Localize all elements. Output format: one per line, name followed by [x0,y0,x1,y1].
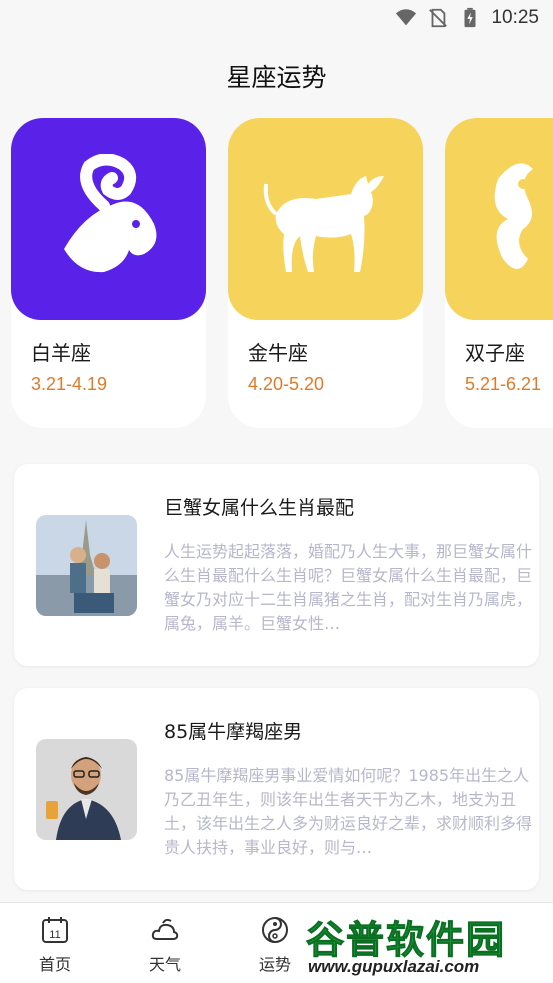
page-title: 星座运势 [226,63,327,92]
watermark-text: 谷普软件园 [305,918,507,963]
zodiac-art [11,118,206,320]
article-thumbnail [36,739,137,840]
zodiac-name: 金牛座 [248,341,308,365]
wifi-icon [396,9,417,26]
zodiac-name: 双子座 [465,341,525,365]
nav-label: 天气 [148,955,181,974]
status-bar: 10:25 [0,0,553,36]
article-description: 人生运势起起落落，婚配乃人生大事，那巨蟹女属什么生肖最配什么生肖呢？巨蟹女属什么… [164,542,533,633]
svg-text:11: 11 [49,929,60,941]
watermark: 谷普软件园 www.gupuxlazai.com [300,905,553,983]
calendar-icon: 11 [42,917,68,943]
status-time: 10:25 [491,7,539,28]
cloud-sun-icon [151,918,179,940]
no-sim-icon [429,8,448,28]
bull-icon [263,176,384,272]
zodiac-card-taurus[interactable]: 金牛座 4.20-5.20 [228,118,423,428]
nav-item-weather[interactable]: 天气 [135,915,195,975]
zodiac-carousel[interactable]: 白羊座 3.21-4.19 金牛座 4.20-5.20 双子座 5.21-6.2… [11,118,553,428]
yin-yang-icon [262,917,288,943]
article-card[interactable]: 85属牛摩羯座男 85属牛摩羯座男事业爱情如何呢？1985年出生之人乃乙丑年生，… [14,688,539,890]
zodiac-dates: 5.21-6.21 [465,374,542,394]
ram-icon [63,154,156,273]
nav-label: 运势 [258,955,291,974]
nav-item-fortune[interactable]: 运势 [245,915,305,975]
watermark-url: www.gupuxlazai.com [308,957,480,976]
article-title: 85属牛摩羯座男 [164,721,303,743]
zodiac-art [228,118,423,320]
article-thumbnail [36,515,137,616]
battery-charging-icon [464,7,476,28]
zodiac-name: 白羊座 [31,341,91,365]
article-card[interactable]: 巨蟹女属什么生肖最配 人生运势起起落落，婚配乃人生大事，那巨蟹女属什么生肖最配什… [14,464,539,666]
zodiac-dates: 4.20-5.20 [248,374,325,394]
zodiac-card-gemini[interactable]: 双子座 5.21-6.21 [445,118,553,428]
article-description: 85属牛摩羯座男事业爱情如何呢？1985年出生之人乃乙丑年生，则该年出生者天干为… [164,766,533,857]
article-title: 巨蟹女属什么生肖最配 [164,497,355,519]
nav-label: 首页 [38,955,71,974]
zodiac-art [445,118,553,320]
zodiac-dates: 3.21-4.19 [31,374,108,394]
zodiac-card-aries[interactable]: 白羊座 3.21-4.19 [11,118,206,428]
nav-item-home[interactable]: 11 首页 [25,915,85,975]
twins-icon [494,163,533,269]
